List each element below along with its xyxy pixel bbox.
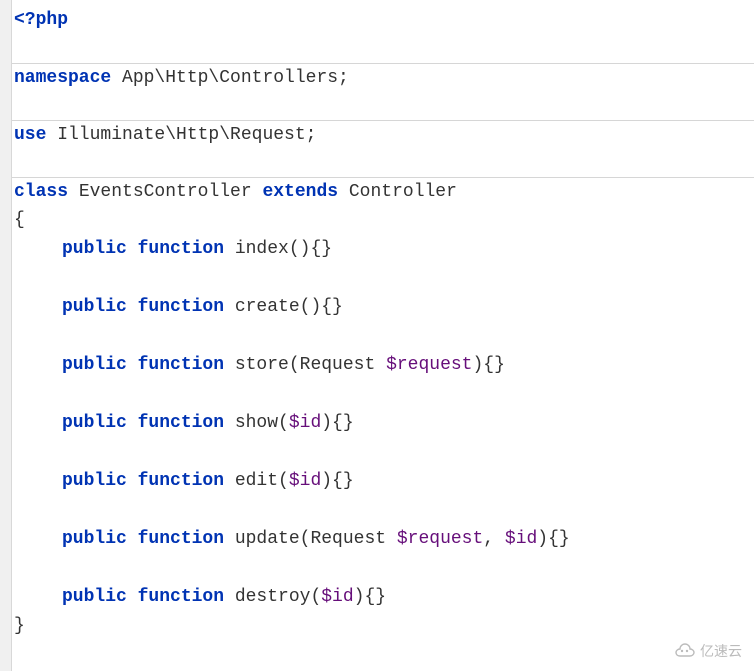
php-variable: $request xyxy=(397,529,483,549)
keyword-public: public xyxy=(62,297,127,317)
method-sig-part: ){} xyxy=(537,529,569,549)
keyword-function: function xyxy=(127,587,224,607)
method-sig-part: update(Request xyxy=(224,529,397,549)
empty-line xyxy=(12,438,754,467)
keyword-function: function xyxy=(127,355,224,375)
class-name: EventsController xyxy=(68,182,262,202)
method-sig-part: show( xyxy=(224,413,289,433)
code-line-method: public function destroy($id){} xyxy=(12,583,754,612)
method-sig-part: ){} xyxy=(472,355,504,375)
empty-line xyxy=(12,149,754,178)
method-sig-part: ){} xyxy=(321,413,353,433)
php-variable: $id xyxy=(289,471,321,491)
brace-open: { xyxy=(14,210,25,230)
parent-class: Controller xyxy=(338,182,457,202)
code-line-method: public function create(){} xyxy=(12,293,754,322)
namespace-path: App\Http\Controllers; xyxy=(111,68,349,88)
code-line-method: public function edit($id){} xyxy=(12,467,754,496)
method-sig-part: store(Request xyxy=(224,355,386,375)
method-sig-part: ){} xyxy=(354,587,386,607)
empty-line xyxy=(12,264,754,293)
code-line: namespace App\Http\Controllers; xyxy=(12,63,754,92)
method-sig-part: edit( xyxy=(224,471,289,491)
keyword-use: use xyxy=(14,125,46,145)
empty-line xyxy=(12,554,754,583)
keyword-public: public xyxy=(62,413,127,433)
code-line-method: public function update(Request $request,… xyxy=(12,525,754,554)
code-line: <?php xyxy=(12,6,754,35)
keyword-public: public xyxy=(62,471,127,491)
keyword-public: public xyxy=(62,529,127,549)
empty-line xyxy=(12,35,754,64)
code-line: use Illuminate\Http\Request; xyxy=(12,120,754,149)
keyword-function: function xyxy=(127,471,224,491)
php-open-tag: <?php xyxy=(14,10,68,30)
keyword-namespace: namespace xyxy=(14,68,111,88)
code-line-method: public function store(Request $request){… xyxy=(12,351,754,380)
method-signature: index(){} xyxy=(224,239,332,259)
keyword-public: public xyxy=(62,355,127,375)
keyword-class: class xyxy=(14,182,68,202)
keyword-public: public xyxy=(62,587,127,607)
empty-line xyxy=(12,322,754,351)
code-line-method: public function index(){} xyxy=(12,235,754,264)
keyword-function: function xyxy=(127,239,224,259)
editor-gutter xyxy=(0,0,12,671)
code-line: } xyxy=(12,612,754,641)
cloud-icon xyxy=(672,642,696,661)
code-line-class: class EventsController extends Controlle… xyxy=(12,177,754,206)
brace-close: } xyxy=(14,616,25,636)
keyword-function: function xyxy=(127,529,224,549)
php-variable: $request xyxy=(386,355,472,375)
keyword-public: public xyxy=(62,239,127,259)
keyword-function: function xyxy=(127,413,224,433)
keyword-function: function xyxy=(127,297,224,317)
keyword-extends: extends xyxy=(262,182,338,202)
use-path: Illuminate\Http\Request; xyxy=(46,125,316,145)
method-sig-part: , xyxy=(483,529,505,549)
watermark-text: 亿速云 xyxy=(700,641,742,661)
code-editor: <?php namespace App\Http\Controllers; us… xyxy=(12,0,754,641)
watermark: 亿速云 xyxy=(672,641,742,661)
empty-line xyxy=(12,380,754,409)
empty-line xyxy=(12,92,754,121)
php-variable: $id xyxy=(321,587,353,607)
method-signature: create(){} xyxy=(224,297,343,317)
empty-line xyxy=(12,496,754,525)
method-sig-part: destroy( xyxy=(224,587,321,607)
method-sig-part: ){} xyxy=(321,471,353,491)
php-variable: $id xyxy=(289,413,321,433)
php-variable: $id xyxy=(505,529,537,549)
code-line-method: public function show($id){} xyxy=(12,409,754,438)
code-line: { xyxy=(12,206,754,235)
